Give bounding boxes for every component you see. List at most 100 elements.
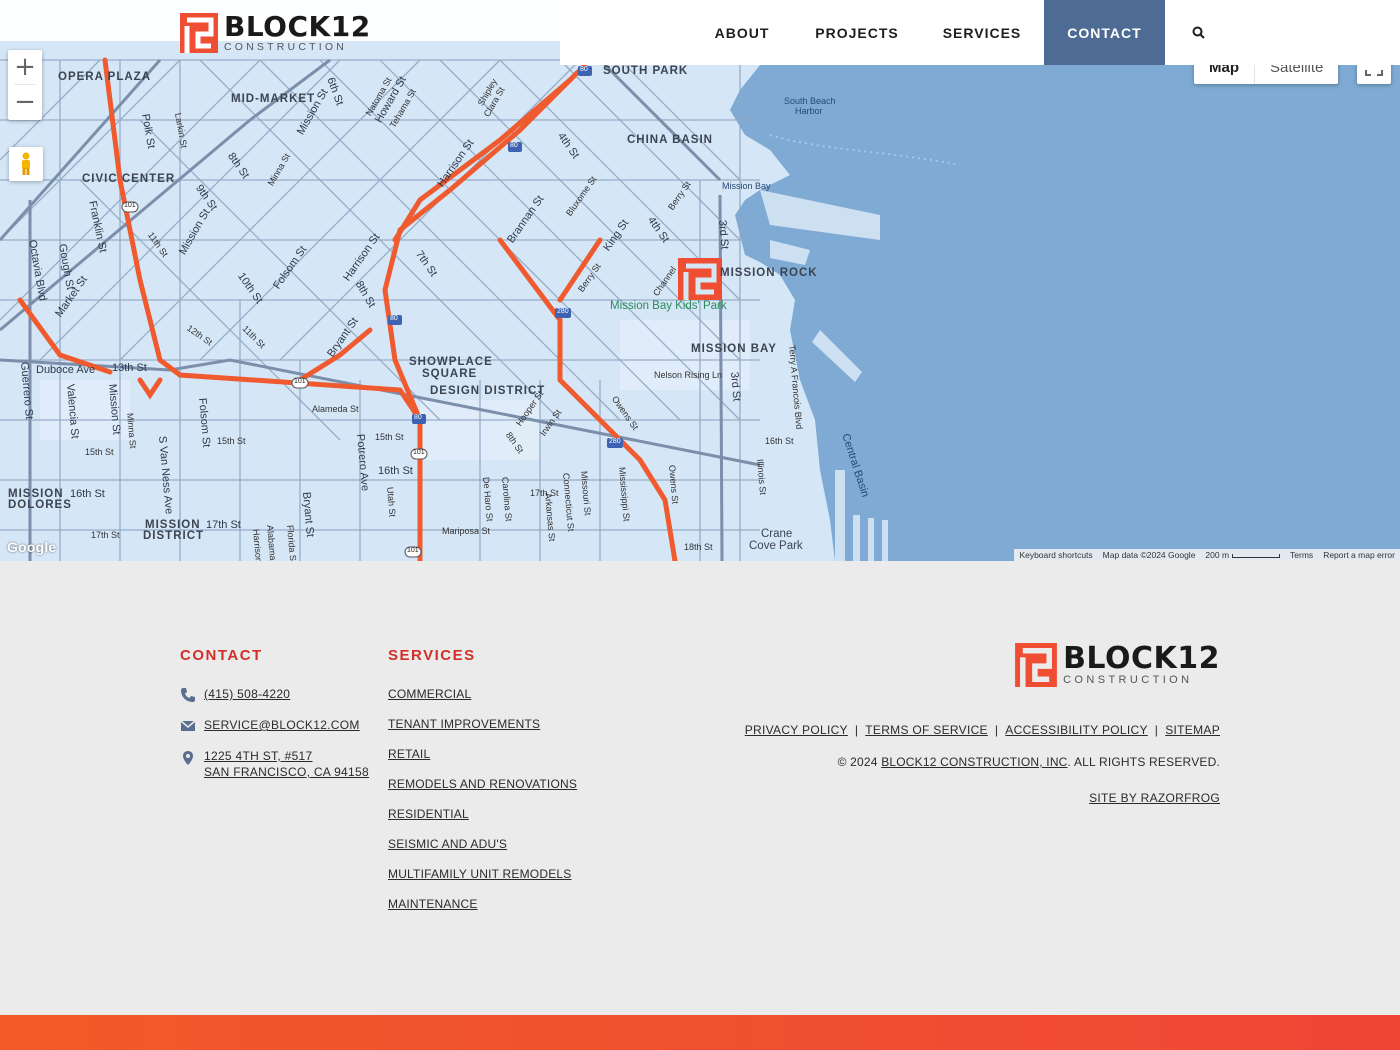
link-separator: |	[1154, 723, 1159, 737]
location-map[interactable]: OPERA PLAZA MID-MARKET SOUTH PARK CHINA …	[0, 0, 1400, 561]
map-attribution: Keyboard shortcuts Map data ©2024 Google…	[1014, 549, 1400, 561]
district-label: DISTRICT	[143, 530, 205, 542]
shield-number: 101	[124, 202, 136, 209]
highway-shields	[121, 66, 623, 558]
footer-logo[interactable]: BLOCK12 CONSTRUCTION	[1015, 643, 1220, 687]
street-label: 13th St	[112, 362, 147, 374]
terms-of-service-link[interactable]: TERMS OF SERVICE	[865, 723, 988, 737]
district-label: MISSION ROCK	[720, 267, 818, 279]
footer-contact-column: CONTACT (415) 508-4220 SERVICE@BLOCK12.C…	[180, 647, 380, 794]
address-line-1: 1225 4TH ST, #517	[204, 749, 313, 763]
logo-subtitle: CONSTRUCTION	[224, 41, 347, 53]
park-label: Mission Bay Kids' Park	[610, 300, 727, 312]
water-label: Crane	[761, 528, 793, 540]
footer-brand-column: BLOCK12 CONSTRUCTION PRIVACY POLICY | TERM…	[740, 643, 1220, 807]
contact-heading: CONTACT	[180, 647, 263, 664]
service-link[interactable]: COMMERCIAL	[388, 686, 638, 702]
footer-logo-subtitle: CONSTRUCTION	[1063, 674, 1193, 686]
street-label: 18th St	[684, 542, 713, 552]
terms-link[interactable]: Terms	[1285, 550, 1318, 560]
street-label: 16th St	[70, 488, 105, 500]
freeways	[17, 57, 678, 561]
map-scale[interactable]: 200 m	[1200, 550, 1285, 560]
link-separator: |	[994, 723, 999, 737]
accessibility-policy-link[interactable]: ACCESSIBILITY POLICY	[1005, 723, 1148, 737]
shield-number: 80	[510, 142, 518, 149]
water-label: Mission Bay	[722, 181, 771, 191]
street-label: Alameda St	[312, 404, 359, 414]
keyboard-shortcuts-link[interactable]: Keyboard shortcuts	[1014, 550, 1097, 560]
footer-accent-bar	[0, 1015, 1400, 1050]
shield-number: 101	[294, 378, 306, 385]
service-link[interactable]: RETAIL	[388, 746, 638, 762]
service-link[interactable]: MULTIFAMILY UNIT REMODELS	[388, 866, 638, 882]
report-map-error-link[interactable]: Report a map error	[1318, 550, 1400, 560]
service-link[interactable]: SEISMIC AND ADU'S	[388, 836, 638, 852]
street-label: 17th St	[91, 530, 120, 540]
shield-number: 280	[557, 308, 569, 315]
street-label: 3rd St	[716, 219, 731, 250]
google-logo[interactable]: Google	[7, 539, 56, 555]
logo-wordmark: BLOCK12 CONSTRUCTION	[224, 13, 371, 54]
nav-services[interactable]: SERVICES	[925, 0, 1039, 65]
zoom-out-button[interactable]: −	[8, 85, 42, 119]
street-label: 15th St	[217, 436, 246, 446]
block12-logo-mark-icon	[1015, 643, 1057, 687]
legal-links: PRIVACY POLICY | TERMS OF SERVICE | ACCESSIB…	[740, 723, 1220, 737]
street-label: 16th St	[765, 436, 794, 446]
company-link[interactable]: BLOCK12 CONSTRUCTION, INC	[881, 755, 1067, 769]
street-view-pegman-icon[interactable]	[9, 147, 43, 181]
shield-number: 80	[580, 66, 588, 73]
water-label: Harbor	[795, 106, 823, 116]
map-canvas[interactable]	[0, 0, 1400, 561]
service-link[interactable]: MAINTENANCE	[388, 896, 638, 912]
service-link[interactable]: REMODELS AND RENOVATIONS	[388, 776, 638, 792]
address-link[interactable]: 1225 4TH ST, #517 SAN FRANCISCO, CA 9415…	[204, 748, 369, 780]
district-label: MID-MARKET	[231, 93, 316, 105]
footer-services-column: SERVICES COMMERCIAL TENANT IMPROVEMENTS …	[388, 647, 638, 926]
phone-icon	[181, 688, 195, 702]
location-marker[interactable]	[678, 258, 722, 300]
address-line-2: SAN FRANCISCO, CA 94158	[204, 765, 369, 779]
address-row: 1225 4TH ST, #517 SAN FRANCISCO, CA 9415…	[180, 748, 380, 780]
shield-number: 101	[413, 449, 425, 456]
block12-logo-mark-icon	[180, 13, 218, 53]
shield-number: 280	[609, 438, 621, 445]
street-label: 15th St	[85, 447, 114, 457]
service-link[interactable]: RESIDENTIAL	[388, 806, 638, 822]
map-scale-label: 200 m	[1205, 550, 1230, 560]
site-logo[interactable]: BLOCK12 CONSTRUCTION	[180, 12, 371, 54]
phone-link[interactable]: (415) 508-4220	[204, 686, 290, 702]
services-list: COMMERCIAL TENANT IMPROVEMENTS RETAIL RE…	[388, 686, 638, 912]
district-label: DESIGN DISTRICT	[430, 385, 546, 397]
privacy-policy-link[interactable]: PRIVACY POLICY	[745, 723, 848, 737]
district-label: SOUTH PARK	[603, 65, 689, 77]
sitemap-link[interactable]: SITEMAP	[1165, 723, 1220, 737]
shield-number: 101	[407, 547, 419, 554]
street-label: 17th St	[206, 519, 241, 531]
map-pin-icon	[183, 751, 193, 765]
footer-logo-wordmark: BLOCK12 CONSTRUCTION	[1063, 644, 1220, 687]
water-label: Cove Park	[749, 540, 803, 552]
shield-number: 80	[414, 414, 422, 421]
nav-about[interactable]: ABOUT	[690, 0, 794, 65]
scale-bar	[1232, 553, 1281, 558]
map-data-text: Map data ©2024 Google	[1102, 550, 1196, 560]
phone-row: (415) 508-4220	[180, 686, 380, 703]
street-label: 16th St	[378, 465, 413, 477]
district-label: SHOWPLACE	[409, 356, 493, 368]
district-label: OPERA PLAZA	[58, 71, 151, 83]
site-credit-link[interactable]: SITE BY RAZORFROG	[1089, 791, 1220, 805]
street-label: 3rd St	[728, 371, 743, 402]
street-label: 15th St	[375, 432, 404, 442]
services-heading: SERVICES	[388, 647, 476, 664]
shield-number: 80	[390, 315, 398, 322]
email-row: SERVICE@BLOCK12.COM	[180, 717, 380, 734]
nav-projects[interactable]: PROJECTS	[800, 0, 914, 65]
district-label: DOLORES	[8, 499, 72, 511]
search-icon[interactable]	[1180, 0, 1216, 65]
email-link[interactable]: SERVICE@BLOCK12.COM	[204, 717, 360, 733]
nav-contact[interactable]: CONTACT	[1044, 0, 1165, 65]
service-link[interactable]: TENANT IMPROVEMENTS	[388, 716, 638, 732]
street-label: Duboce Ave	[36, 364, 96, 376]
